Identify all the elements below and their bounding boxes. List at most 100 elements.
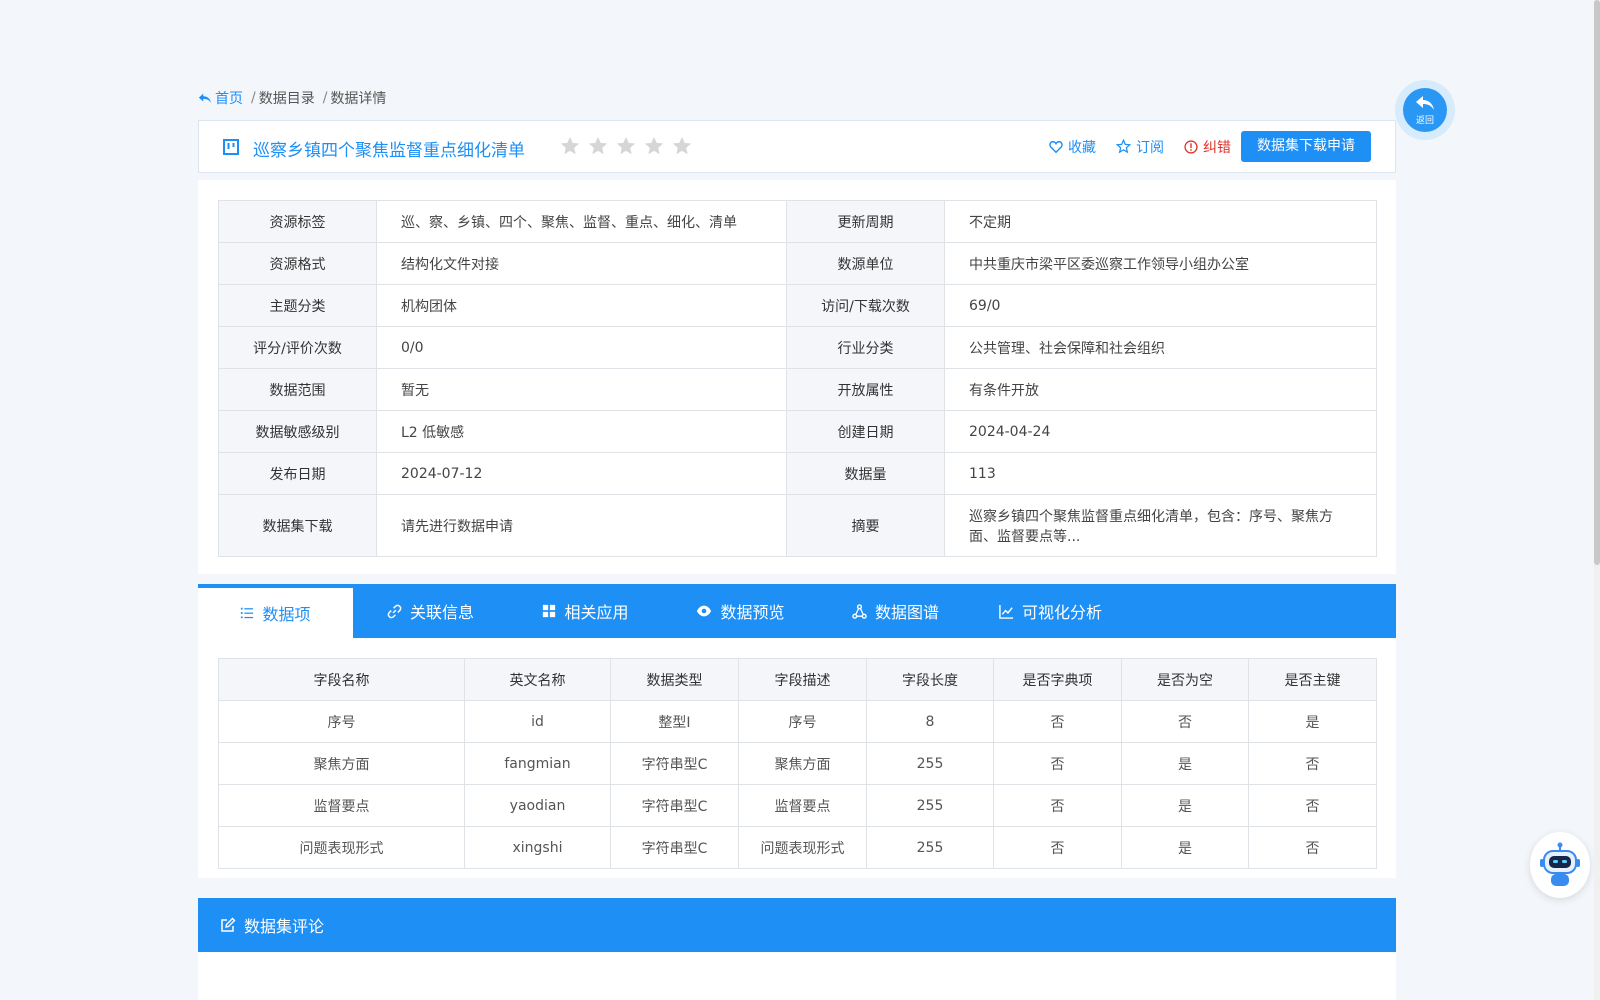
info-row: 主题分类 机构团体 访问/下载次数 69/0 [218,284,1377,327]
page-title: 巡察乡镇四个聚焦监督重点细化清单 [253,141,525,161]
info-label: 摘要 [786,494,945,557]
comments-area [198,952,1396,1000]
grid-icon [543,604,556,618]
tab-data-items[interactable]: 数据项 [198,584,353,638]
favorite-button[interactable]: 收藏 [1049,137,1096,157]
dataset-icon [223,139,239,155]
info-value: 巡、察、乡镇、四个、聚焦、监督、重点、细化、清单 [376,200,787,243]
summary-value: 巡察乡镇四个聚焦监督重点细化清单，包含：序号、聚焦方面、监督要点等... [944,494,1377,557]
column-header: 字段名称 [218,658,465,701]
title-card: 巡察乡镇四个聚焦监督重点细化清单 收藏 订阅 纠错 数据集下载申请 [198,120,1396,173]
table-cell: 否 [1248,784,1377,827]
info-label: 开放属性 [786,368,945,411]
info-label: 数据范围 [218,368,377,411]
table-cell: 字符串型C [610,742,739,785]
tab-label: 关联信息 [409,603,474,622]
report-error-button[interactable]: 纠错 [1184,137,1231,157]
star-icon[interactable] [671,135,693,157]
info-row: 评分/评价次数 0/0 行业分类 公共管理、社会保障和社会组织 [218,326,1377,369]
info-row: 数据敏感级别 L2 低敏感 创建日期 2024-04-24 [218,410,1377,453]
table-cell: 255 [866,742,994,785]
robot-icon [1540,842,1580,886]
column-header: 字段长度 [866,658,994,701]
info-value: 公共管理、社会保障和社会组织 [944,326,1377,369]
info-label: 发布日期 [218,452,377,495]
info-value: 69/0 [944,284,1377,327]
line-chart-icon [999,604,1014,619]
info-value: 2024-07-12 [376,452,787,495]
table-cell: 否 [1248,826,1377,869]
table-cell: id [464,700,611,743]
info-value: 机构团体 [376,284,787,327]
tab-data-preview[interactable]: 数据预览 [663,584,818,638]
report-error-label: 纠错 [1203,139,1231,156]
scrollbar-track[interactable] [1594,0,1600,1000]
info-value: 0/0 [376,326,787,369]
dataset-info-table: 资源标签 巡、察、乡镇、四个、聚焦、监督、重点、细化、清单 更新周期 不定期 资… [218,200,1377,557]
info-label: 评分/评价次数 [218,326,377,369]
table-cell: 255 [866,826,994,869]
table-cell: 否 [993,742,1122,785]
table-row: 监督要点 yaodian 字符串型C 监督要点 255 否 是 否 [218,784,1377,827]
tab-data-graph[interactable]: 数据图谱 [818,584,973,638]
back-arrow-icon [198,93,212,104]
table-cell: 序号 [218,700,465,743]
info-label: 数据集下载 [218,494,377,557]
data-items-panel: 字段名称 英文名称 数据类型 字段描述 字段长度 是否字典项 是否为空 是否主键… [198,638,1396,878]
assistant-robot-button[interactable] [1530,832,1590,898]
scrollbar-thumb[interactable] [1594,0,1600,565]
table-row: 聚焦方面 fangmian 字符串型C 聚焦方面 255 否 是 否 [218,742,1377,785]
star-icon[interactable] [615,135,637,157]
tab-visual-analysis[interactable]: 可视化分析 [973,584,1128,638]
table-header-row: 字段名称 英文名称 数据类型 字段描述 字段长度 是否字典项 是否为空 是否主键 [218,658,1377,701]
info-label: 资源格式 [218,242,377,285]
table-cell: 否 [1121,700,1249,743]
detail-tabs: 数据项 关联信息 相关应用 数据预览 数据图谱 可视化分析 [198,584,1396,638]
tab-related-info[interactable]: 关联信息 [353,584,508,638]
tab-label: 数据图谱 [874,603,939,622]
subscribe-button[interactable]: 订阅 [1116,137,1164,157]
table-cell: fangmian [464,742,611,785]
subscribe-label: 订阅 [1136,139,1164,156]
info-label: 资源标签 [218,200,377,243]
column-header: 数据类型 [610,658,739,701]
info-value: 不定期 [944,200,1377,243]
star-icon[interactable] [559,135,581,157]
breadcrumb-home-label: 首页 [215,91,243,107]
info-row: 资源标签 巡、察、乡镇、四个、聚焦、监督、重点、细化、清单 更新周期 不定期 [218,200,1377,243]
info-label: 数据量 [786,452,945,495]
apply-download-button[interactable]: 数据集下载申请 [1241,131,1371,162]
info-label: 主题分类 [218,284,377,327]
tab-related-apps[interactable]: 相关应用 [508,584,663,638]
table-cell: 是 [1248,700,1377,743]
table-cell: 是 [1121,826,1249,869]
alert-circle-icon [1184,139,1198,154]
star-icon[interactable] [587,135,609,157]
rating-stars[interactable] [559,135,693,157]
table-cell: 否 [993,784,1122,827]
breadcrumb-home[interactable]: 首页 [198,88,243,108]
table-cell: 255 [866,784,994,827]
tab-label: 数据项 [262,605,311,624]
info-label: 数据敏感级别 [218,410,377,453]
info-value: 113 [944,452,1377,495]
table-cell: 整型I [610,700,739,743]
table-cell: 序号 [738,700,867,743]
table-cell: 问题表现形式 [738,826,867,869]
breadcrumb: 首页 / 数据目录 / 数据详情 [198,88,386,108]
star-icon[interactable] [643,135,665,157]
breadcrumb-separator: / [251,90,256,106]
graph-icon [852,603,867,619]
info-row: 发布日期 2024-07-12 数据量 113 [218,452,1377,495]
info-label: 访问/下载次数 [786,284,945,327]
info-value: 结构化文件对接 [376,242,787,285]
info-value: L2 低敏感 [376,410,787,453]
table-cell: xingshi [464,826,611,869]
comments-header: 数据集评论 [198,898,1396,952]
info-label: 行业分类 [786,326,945,369]
back-button-inner: 返回 [1403,88,1447,132]
breadcrumb-catalog[interactable]: 数据目录 [259,88,315,108]
info-value: 有条件开放 [944,368,1377,411]
table-row: 序号 id 整型I 序号 8 否 否 是 [218,700,1377,743]
back-button[interactable]: 返回 [1395,80,1455,140]
